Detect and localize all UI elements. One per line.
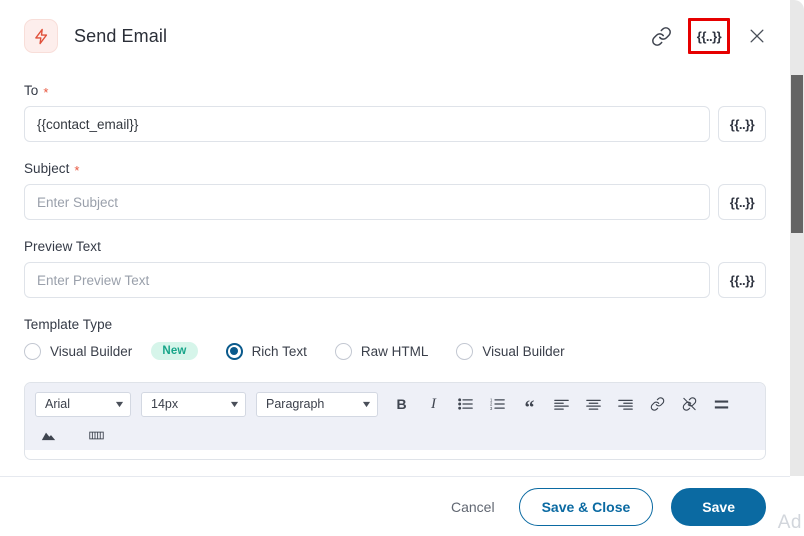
- svg-text:3: 3: [490, 406, 493, 411]
- preview-text-label: Preview Text: [24, 239, 766, 254]
- bold-glyph: B: [396, 396, 407, 412]
- block-format-select[interactable]: Paragraph ▼: [256, 391, 378, 417]
- italic-icon[interactable]: I: [420, 391, 447, 417]
- radio-visual-builder-new[interactable]: Visual Builder New: [24, 342, 198, 360]
- to-merge-tag-button[interactable]: {{..}}: [718, 106, 766, 142]
- align-left-icon[interactable]: [548, 391, 575, 417]
- to-row: {{..}}: [24, 106, 766, 142]
- radio-rich-text[interactable]: Rich Text: [225, 342, 307, 360]
- numbered-list-icon[interactable]: 1 2 3: [484, 391, 511, 417]
- cancel-button[interactable]: Cancel: [445, 491, 501, 523]
- insert-link-icon[interactable]: [644, 391, 671, 417]
- lightning-bolt-icon: [24, 19, 58, 53]
- field-subject: Subject * {{..}}: [24, 161, 766, 220]
- vertical-scrollbar-thumb[interactable]: [791, 75, 803, 233]
- required-asterisk: *: [74, 163, 80, 178]
- preview-text-row: {{..}}: [24, 262, 766, 298]
- insert-image-icon[interactable]: [35, 422, 62, 448]
- font-family-select[interactable]: Arial ▼: [35, 391, 131, 417]
- merge-tag-button[interactable]: {{..}}: [688, 18, 730, 54]
- preview-text-label-text: Preview Text: [24, 239, 101, 254]
- editor-toolbar-row-2: [35, 422, 755, 450]
- field-to: To * {{..}}: [24, 83, 766, 142]
- page-title: Send Email: [74, 25, 168, 46]
- subject-merge-tag-button[interactable]: {{..}}: [718, 184, 766, 220]
- radio-indicator[interactable]: [24, 342, 41, 360]
- horizontal-rule-icon[interactable]: [708, 391, 735, 417]
- save-button[interactable]: Save: [671, 487, 766, 526]
- close-icon[interactable]: [740, 19, 774, 53]
- italic-glyph: I: [431, 395, 436, 412]
- chevron-down-icon: ▼: [360, 399, 373, 409]
- insert-table-icon[interactable]: [83, 422, 110, 448]
- merge-tag-glyph: {{..}}: [729, 116, 755, 132]
- bold-icon[interactable]: B: [388, 391, 415, 417]
- watermark-text: Ad: [777, 512, 802, 533]
- merge-tag-glyph: {{..}}: [729, 194, 755, 210]
- merge-tag-glyph: {{..}}: [729, 272, 755, 288]
- field-preview-text: Preview Text {{..}}: [24, 239, 766, 298]
- radio-indicator[interactable]: [225, 342, 243, 360]
- subject-label-text: Subject: [24, 161, 70, 176]
- modal-header: Send Email {{..}}: [0, 0, 790, 72]
- chevron-down-icon: ▼: [113, 399, 126, 409]
- blockquote-icon[interactable]: “: [516, 391, 543, 418]
- align-center-icon[interactable]: [580, 391, 607, 417]
- required-asterisk: *: [43, 85, 49, 100]
- rich-text-editor: Arial ▼ 14px ▼ Paragraph ▼ B I 1 2 3 “: [24, 382, 766, 460]
- field-template-type: Template Type Visual Builder New Rich Te…: [24, 317, 766, 360]
- unlink-icon[interactable]: [676, 391, 703, 417]
- to-label-text: To: [24, 83, 39, 98]
- radio-raw-html[interactable]: Raw HTML: [334, 342, 429, 360]
- to-input[interactable]: [24, 106, 710, 142]
- vertical-scrollbar-track[interactable]: [790, 0, 804, 476]
- subject-input[interactable]: [24, 184, 710, 220]
- preview-text-input[interactable]: [24, 262, 710, 298]
- radio-label: Raw HTML: [360, 343, 429, 359]
- preview-text-merge-tag-button[interactable]: {{..}}: [718, 262, 766, 298]
- radio-label: Rich Text: [251, 343, 307, 359]
- send-email-modal: Send Email {{..}} To * {{contact_email}}…: [0, 0, 804, 536]
- template-type-label: Template Type: [24, 317, 766, 332]
- subject-label: Subject *: [24, 161, 766, 178]
- bullet-list-icon[interactable]: [452, 391, 479, 417]
- merge-tag-glyph: {{..}}: [696, 28, 722, 44]
- font-size-select[interactable]: 14px ▼: [141, 391, 246, 417]
- link-icon[interactable]: [644, 19, 678, 53]
- editor-toolbar: Arial ▼ 14px ▼ Paragraph ▼ B I 1 2 3 “: [25, 383, 765, 450]
- radio-label: Visual Builder: [50, 343, 133, 359]
- radio-indicator[interactable]: [334, 342, 352, 360]
- subject-row: {{..}}: [24, 184, 766, 220]
- radio-indicator[interactable]: [456, 342, 474, 360]
- block-format-value: Paragraph: [266, 397, 325, 411]
- font-family-value: Arial: [45, 397, 71, 411]
- new-badge: New: [151, 342, 198, 360]
- to-label: To *: [24, 83, 766, 100]
- modal-body: To * {{..}} Subject * {{..}}: [0, 72, 790, 476]
- align-right-icon[interactable]: [612, 391, 639, 417]
- chevron-down-icon: ▼: [228, 399, 241, 409]
- radio-visual-builder[interactable]: Visual Builder: [456, 342, 565, 360]
- save-and-close-button[interactable]: Save & Close: [518, 487, 654, 526]
- header-actions: {{..}}: [644, 18, 774, 54]
- template-type-label-text: Template Type: [24, 317, 113, 332]
- font-size-value: 14px: [151, 397, 179, 411]
- modal-footer: Cancel Save & Close Save: [0, 476, 790, 536]
- template-type-radio-group: Visual Builder New Rich Text Raw HTML Vi…: [24, 342, 766, 360]
- modal-title-group: Send Email: [24, 19, 167, 53]
- radio-label: Visual Builder: [482, 343, 565, 359]
